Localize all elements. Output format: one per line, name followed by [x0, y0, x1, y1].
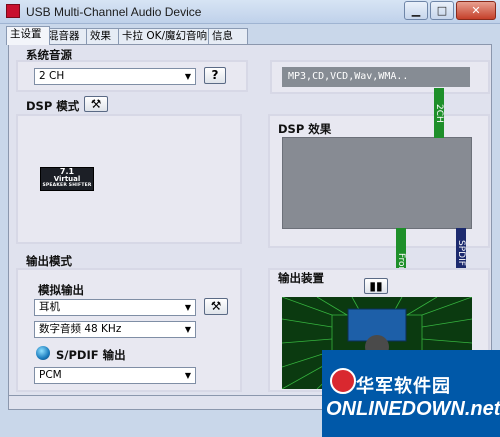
minimize-icon: ▁	[411, 4, 421, 17]
help-button[interactable]: ?	[204, 67, 226, 84]
minimize-button[interactable]: ▁	[404, 1, 428, 20]
analog-output-select[interactable]: 耳机 ▼	[34, 299, 196, 316]
system-source-select[interactable]: 2 CH ▼	[34, 68, 196, 85]
chevron-down-icon: ▼	[184, 325, 192, 334]
virtual-71-badge[interactable]: 7.1 Virtual SPEAKER SHIFTER	[40, 167, 94, 191]
dsp-mode-label: DSP 模式	[26, 99, 80, 113]
tab-main-settings[interactable]: 主设置	[6, 26, 50, 45]
badge-line3: SPEAKER SHIFTER	[42, 183, 92, 188]
close-icon: ✕	[471, 4, 481, 17]
analog-output-value: 耳机	[39, 301, 60, 313]
tab-mixer[interactable]: 混音器	[44, 28, 92, 44]
dsp-mode-button[interactable]: ⚒	[84, 96, 108, 112]
spdif-toggle[interactable]	[36, 346, 50, 360]
output-device-label: 输出装置	[278, 271, 324, 285]
sample-rate-value: 数字音频 48 KHz	[39, 323, 122, 335]
chevron-down-icon: ▼	[184, 303, 192, 312]
close-button[interactable]: ✕	[456, 1, 496, 20]
maximize-button[interactable]: □	[430, 1, 454, 20]
dsp-effect-display	[282, 137, 472, 229]
hammer-icon: ⚒	[210, 299, 222, 313]
chevron-down-icon: ▼	[184, 72, 192, 81]
hammer-icon: ⚒	[90, 97, 102, 111]
analog-output-label: 模拟输出	[38, 283, 84, 297]
spdif-output-label: S/PDIF 输出	[56, 348, 126, 362]
tab-info[interactable]: 信息	[208, 28, 248, 44]
app-icon	[6, 4, 20, 18]
dsp-effect-label: DSP 效果	[278, 122, 332, 136]
signal-bar-2ch-label: 2CH	[434, 103, 444, 123]
window-title: USB Multi-Channel Audio Device	[26, 5, 202, 19]
maximize-icon: □	[436, 4, 448, 17]
tab-karaoke[interactable]: 卡拉 OK/魔幻音响	[118, 28, 214, 44]
sample-rate-select[interactable]: 数字音频 48 KHz ▼	[34, 321, 196, 338]
formats-display: MP3,CD,VCD,Wav,WMA..	[282, 67, 470, 87]
speaker-icon: ▮▮	[369, 279, 383, 293]
badge-line2: Virtual	[53, 175, 81, 183]
signal-bar-2ch: 2CH	[434, 88, 444, 138]
spdif-format-value: PCM	[39, 369, 62, 381]
output-mode-label: 输出模式	[26, 254, 72, 268]
speaker-button[interactable]: ▮▮	[364, 278, 388, 294]
chevron-down-icon: ▼	[184, 371, 192, 380]
watermark-logo-icon	[330, 368, 356, 394]
system-source-value: 2 CH	[39, 70, 65, 82]
spdif-format-select[interactable]: PCM ▼	[34, 367, 196, 384]
watermark-top-text: 华军软件园	[356, 376, 451, 397]
watermark-bottom-text: ONLINEDOWN.net	[326, 398, 500, 420]
analog-settings-button[interactable]: ⚒	[204, 298, 228, 315]
